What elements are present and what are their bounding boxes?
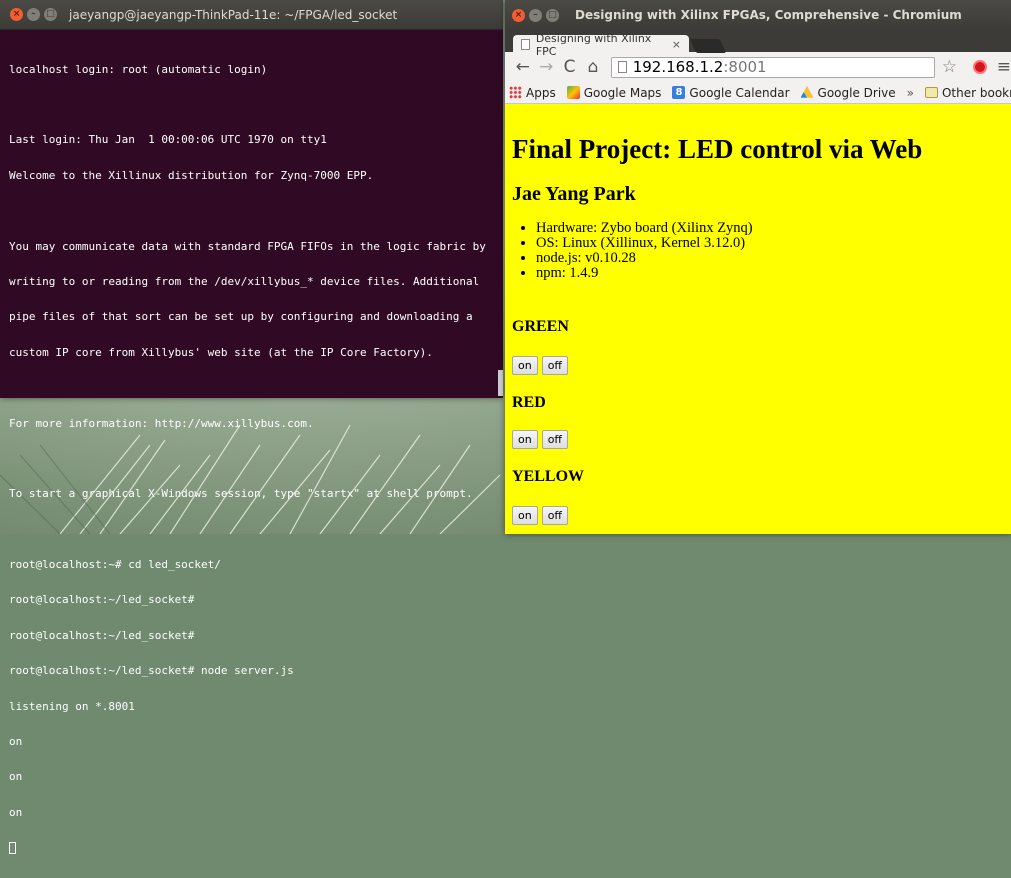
terminal-line: root@localhost:~/led_socket#	[9, 628, 195, 642]
new-tab-button[interactable]	[689, 39, 727, 53]
section-heading-yellow: YELLOW	[512, 468, 585, 485]
bookmark-apps[interactable]: Apps	[509, 86, 556, 100]
page-icon	[521, 39, 530, 50]
terminal-window[interactable]: × – □ jaeyangp@jaeyangp-ThinkPad-11e: ~/…	[0, 0, 503, 855]
terminal-line: You may communicate data with standard F…	[9, 239, 486, 253]
maximize-icon[interactable]: □	[44, 8, 57, 21]
bookmarks-bar: Apps Google Maps 8 Google Calendar Google…	[505, 82, 1011, 104]
list-item: npm: 1.4.9	[536, 266, 1011, 281]
bookmark-google-maps[interactable]: Google Maps	[566, 85, 662, 100]
extension-icon[interactable]	[972, 60, 987, 74]
bookmarks-overflow-chevron[interactable]: »	[907, 86, 914, 100]
terminal-line: To start a graphical X-Windows session, …	[9, 487, 473, 501]
terminal-cursor-line	[9, 842, 503, 855]
terminal-line: on	[9, 805, 23, 819]
terminal-line: Welcome to the Xillinux distribution for…	[9, 168, 374, 182]
terminal-line: root@localhost:~/led_socket# node server…	[9, 664, 294, 678]
tab-active[interactable]: Designing with Xilinx FPC ×	[513, 32, 689, 58]
address-bar[interactable]: 192.168.1.2:8001 ☆	[610, 56, 957, 78]
close-icon[interactable]: ×	[672, 38, 681, 51]
menu-icon[interactable]: ≡	[997, 57, 1011, 77]
bookmark-google-drive[interactable]: Google Drive	[800, 85, 896, 100]
list-item: node.js: v0.10.28	[536, 251, 1011, 266]
list-item: Hardware: Zybo board (Xilinx Zynq)	[536, 221, 1011, 236]
browser-titlebar[interactable]: × – □ Designing with Xilinx FPGAs, Compr…	[505, 0, 1011, 30]
terminal-titlebar[interactable]: × – □ jaeyangp@jaeyangp-ThinkPad-11e: ~/…	[0, 0, 503, 30]
terminal-title: jaeyangp@jaeyangp-ThinkPad-11e: ~/FPGA/l…	[69, 7, 398, 22]
apps-icon	[509, 86, 522, 99]
red-controls: on off	[512, 430, 569, 449]
close-icon[interactable]: ×	[10, 8, 23, 21]
home-icon[interactable]: ⌂	[581, 57, 604, 77]
tab-strip: Designing with Xilinx FPC ×	[505, 30, 1011, 58]
terminal-line: For more information: http://www.xillybu…	[9, 416, 314, 430]
bookmark-label: Google Maps	[583, 85, 662, 100]
terminal-line: on	[9, 770, 23, 784]
green-off-button[interactable]: off	[541, 356, 569, 375]
folder-icon	[924, 87, 938, 98]
section-heading-red: RED	[512, 394, 546, 411]
url-port: :8001	[723, 58, 767, 76]
web-page: Final Project: LED control via Web Jae Y…	[505, 104, 1011, 525]
back-icon[interactable]: ←	[511, 57, 534, 77]
reload-icon[interactable]: C	[558, 57, 581, 77]
forward-icon[interactable]: →	[534, 57, 557, 77]
drive-icon	[800, 86, 814, 98]
terminal-line: writing to or reading from the /dev/xill…	[9, 274, 480, 288]
minimize-icon[interactable]: –	[27, 8, 40, 21]
yellow-controls: on off	[512, 506, 569, 525]
cursor-icon	[9, 842, 16, 855]
maps-icon	[566, 86, 580, 99]
bookmark-other[interactable]: Other bookmarks	[924, 85, 1011, 100]
yellow-off-button[interactable]: off	[541, 506, 569, 525]
terminal-line: custom IP core from Xillybus' web site (…	[9, 345, 433, 359]
star-icon[interactable]: ☆	[942, 57, 957, 77]
calendar-icon: 8	[672, 86, 686, 99]
bookmark-google-calendar[interactable]: 8 Google Calendar	[672, 85, 790, 100]
page-icon	[617, 61, 627, 73]
terminal-line: localhost login: root (automatic login)	[9, 62, 268, 76]
author-heading: Jae Yang Park	[512, 183, 636, 205]
browser-title: Designing with Xilinx FPGAs, Comprehensi…	[575, 8, 962, 22]
bookmark-label: Google Drive	[817, 85, 896, 100]
terminal-line: on	[9, 735, 23, 749]
list-item: OS: Linux (Xillinux, Kernel 3.12.0)	[536, 236, 1011, 251]
terminal-line: root@localhost:~# cd led_socket/	[9, 558, 221, 572]
terminal-line: root@localhost:~/led_socket#	[9, 593, 195, 607]
bookmark-label: Other bookmarks	[941, 85, 1011, 100]
terminal-line: listening on *.8001	[9, 699, 135, 713]
yellow-on-button[interactable]: on	[512, 506, 538, 525]
tab-label: Designing with Xilinx FPC	[535, 31, 652, 58]
chromium-window[interactable]: × – □ Designing with Xilinx FPGAs, Compr…	[505, 0, 1011, 534]
terminal-output[interactable]: localhost login: root (automatic login) …	[0, 30, 503, 878]
terminal-line: pipe files of that sort can be set up by…	[9, 310, 473, 324]
terminal-scrollbar[interactable]	[498, 370, 503, 396]
section-heading-green: GREEN	[512, 318, 569, 335]
terminal-line: Last login: Thu Jan 1 00:00:06 UTC 1970 …	[9, 133, 327, 147]
minimize-icon[interactable]: –	[529, 8, 542, 22]
maximize-icon[interactable]: □	[546, 8, 559, 22]
spec-list: Hardware: Zybo board (Xilinx Zynq) OS: L…	[512, 221, 1011, 281]
url-host: 192.168.1.2	[632, 58, 724, 76]
green-on-button[interactable]: on	[512, 356, 538, 375]
close-icon[interactable]: ×	[512, 8, 525, 22]
bookmark-label: Apps	[526, 85, 556, 100]
red-off-button[interactable]: off	[541, 430, 569, 449]
red-on-button[interactable]: on	[512, 430, 538, 449]
green-controls: on off	[512, 356, 569, 375]
bookmark-label: Google Calendar	[689, 85, 790, 100]
page-title: Final Project: LED control via Web	[512, 134, 923, 164]
